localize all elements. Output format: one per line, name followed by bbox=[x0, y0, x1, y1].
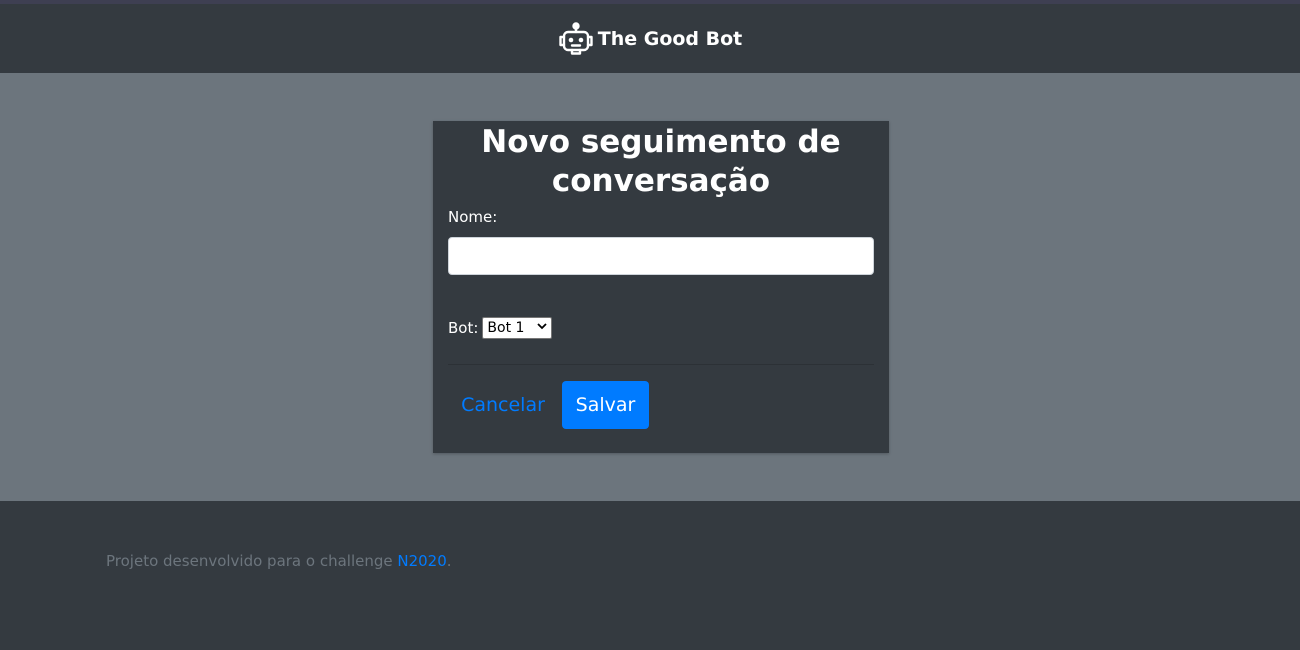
robot-icon bbox=[558, 21, 594, 56]
brand-name: The Good Bot bbox=[597, 27, 743, 50]
main-content: Novo seguimento de conversação Nome: Bot… bbox=[0, 73, 1300, 501]
footer-text-after: . bbox=[446, 552, 452, 570]
cancel-button[interactable]: Cancelar bbox=[450, 381, 556, 429]
chevron-down-icon bbox=[537, 323, 548, 333]
name-label: Nome: bbox=[448, 208, 498, 226]
name-input[interactable] bbox=[448, 237, 874, 275]
bot-label: Bot: bbox=[448, 319, 479, 337]
footer: Projeto desenvolvido para o challenge N2… bbox=[0, 501, 1300, 650]
form-card: Novo seguimento de conversação Nome: Bot… bbox=[433, 121, 889, 453]
footer-text: Projeto desenvolvido para o challenge N2… bbox=[106, 552, 452, 570]
save-button[interactable]: Salvar bbox=[562, 381, 649, 429]
page-title: Novo seguimento de conversação bbox=[481, 124, 841, 199]
navbar: The Good Bot bbox=[0, 4, 1300, 73]
footer-link[interactable]: N2020 bbox=[397, 552, 446, 570]
bot-row: Bot: Bot 1 bbox=[448, 317, 553, 339]
brand-link[interactable]: The Good Bot bbox=[558, 21, 743, 56]
footer-text-before: Projeto desenvolvido para o challenge bbox=[106, 552, 398, 570]
bot-select[interactable]: Bot 1 bbox=[482, 317, 553, 339]
bot-select-value: Bot 1 bbox=[487, 320, 525, 336]
divider bbox=[448, 364, 874, 365]
